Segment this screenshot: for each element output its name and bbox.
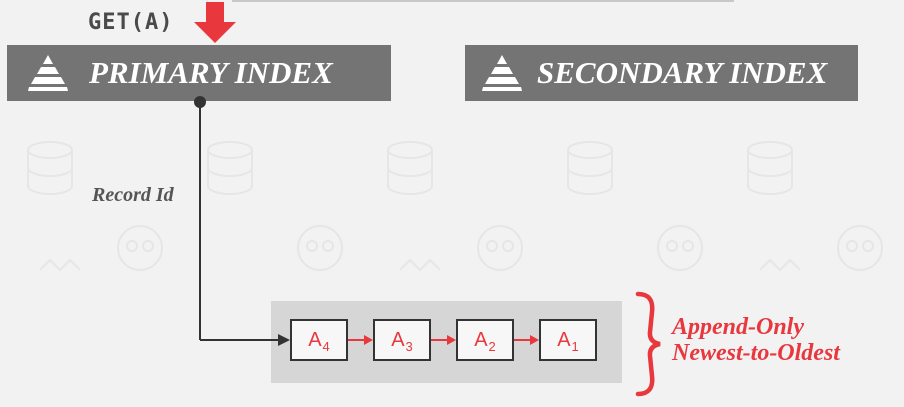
version-node-a3: A3: [373, 319, 431, 361]
chain-link-arrowhead: [530, 335, 539, 345]
chain-link-arrowhead: [364, 335, 373, 345]
version-node-a4: A4: [290, 319, 348, 361]
version-node-base: A: [474, 328, 488, 351]
version-node-subscript: 3: [405, 338, 413, 354]
version-node-base: A: [308, 328, 322, 351]
version-node-a1: A1: [539, 319, 597, 361]
right-brace-icon: [635, 291, 661, 397]
append-only-note: Append-Only: [672, 314, 804, 340]
chain-link-arrowhead: [447, 335, 456, 345]
pointer-origin-dot: [194, 96, 206, 108]
record-id-label: Record Id: [92, 184, 174, 206]
version-node-base: A: [557, 328, 571, 351]
version-node-base: A: [391, 328, 405, 351]
version-node-a2: A2: [456, 319, 514, 361]
version-node-subscript: 4: [322, 338, 330, 354]
pointer-arrowhead: [278, 334, 290, 346]
newest-to-oldest-note: Newest-to-Oldest: [672, 340, 840, 366]
version-node-subscript: 2: [488, 338, 496, 354]
version-node-subscript: 1: [571, 338, 579, 354]
